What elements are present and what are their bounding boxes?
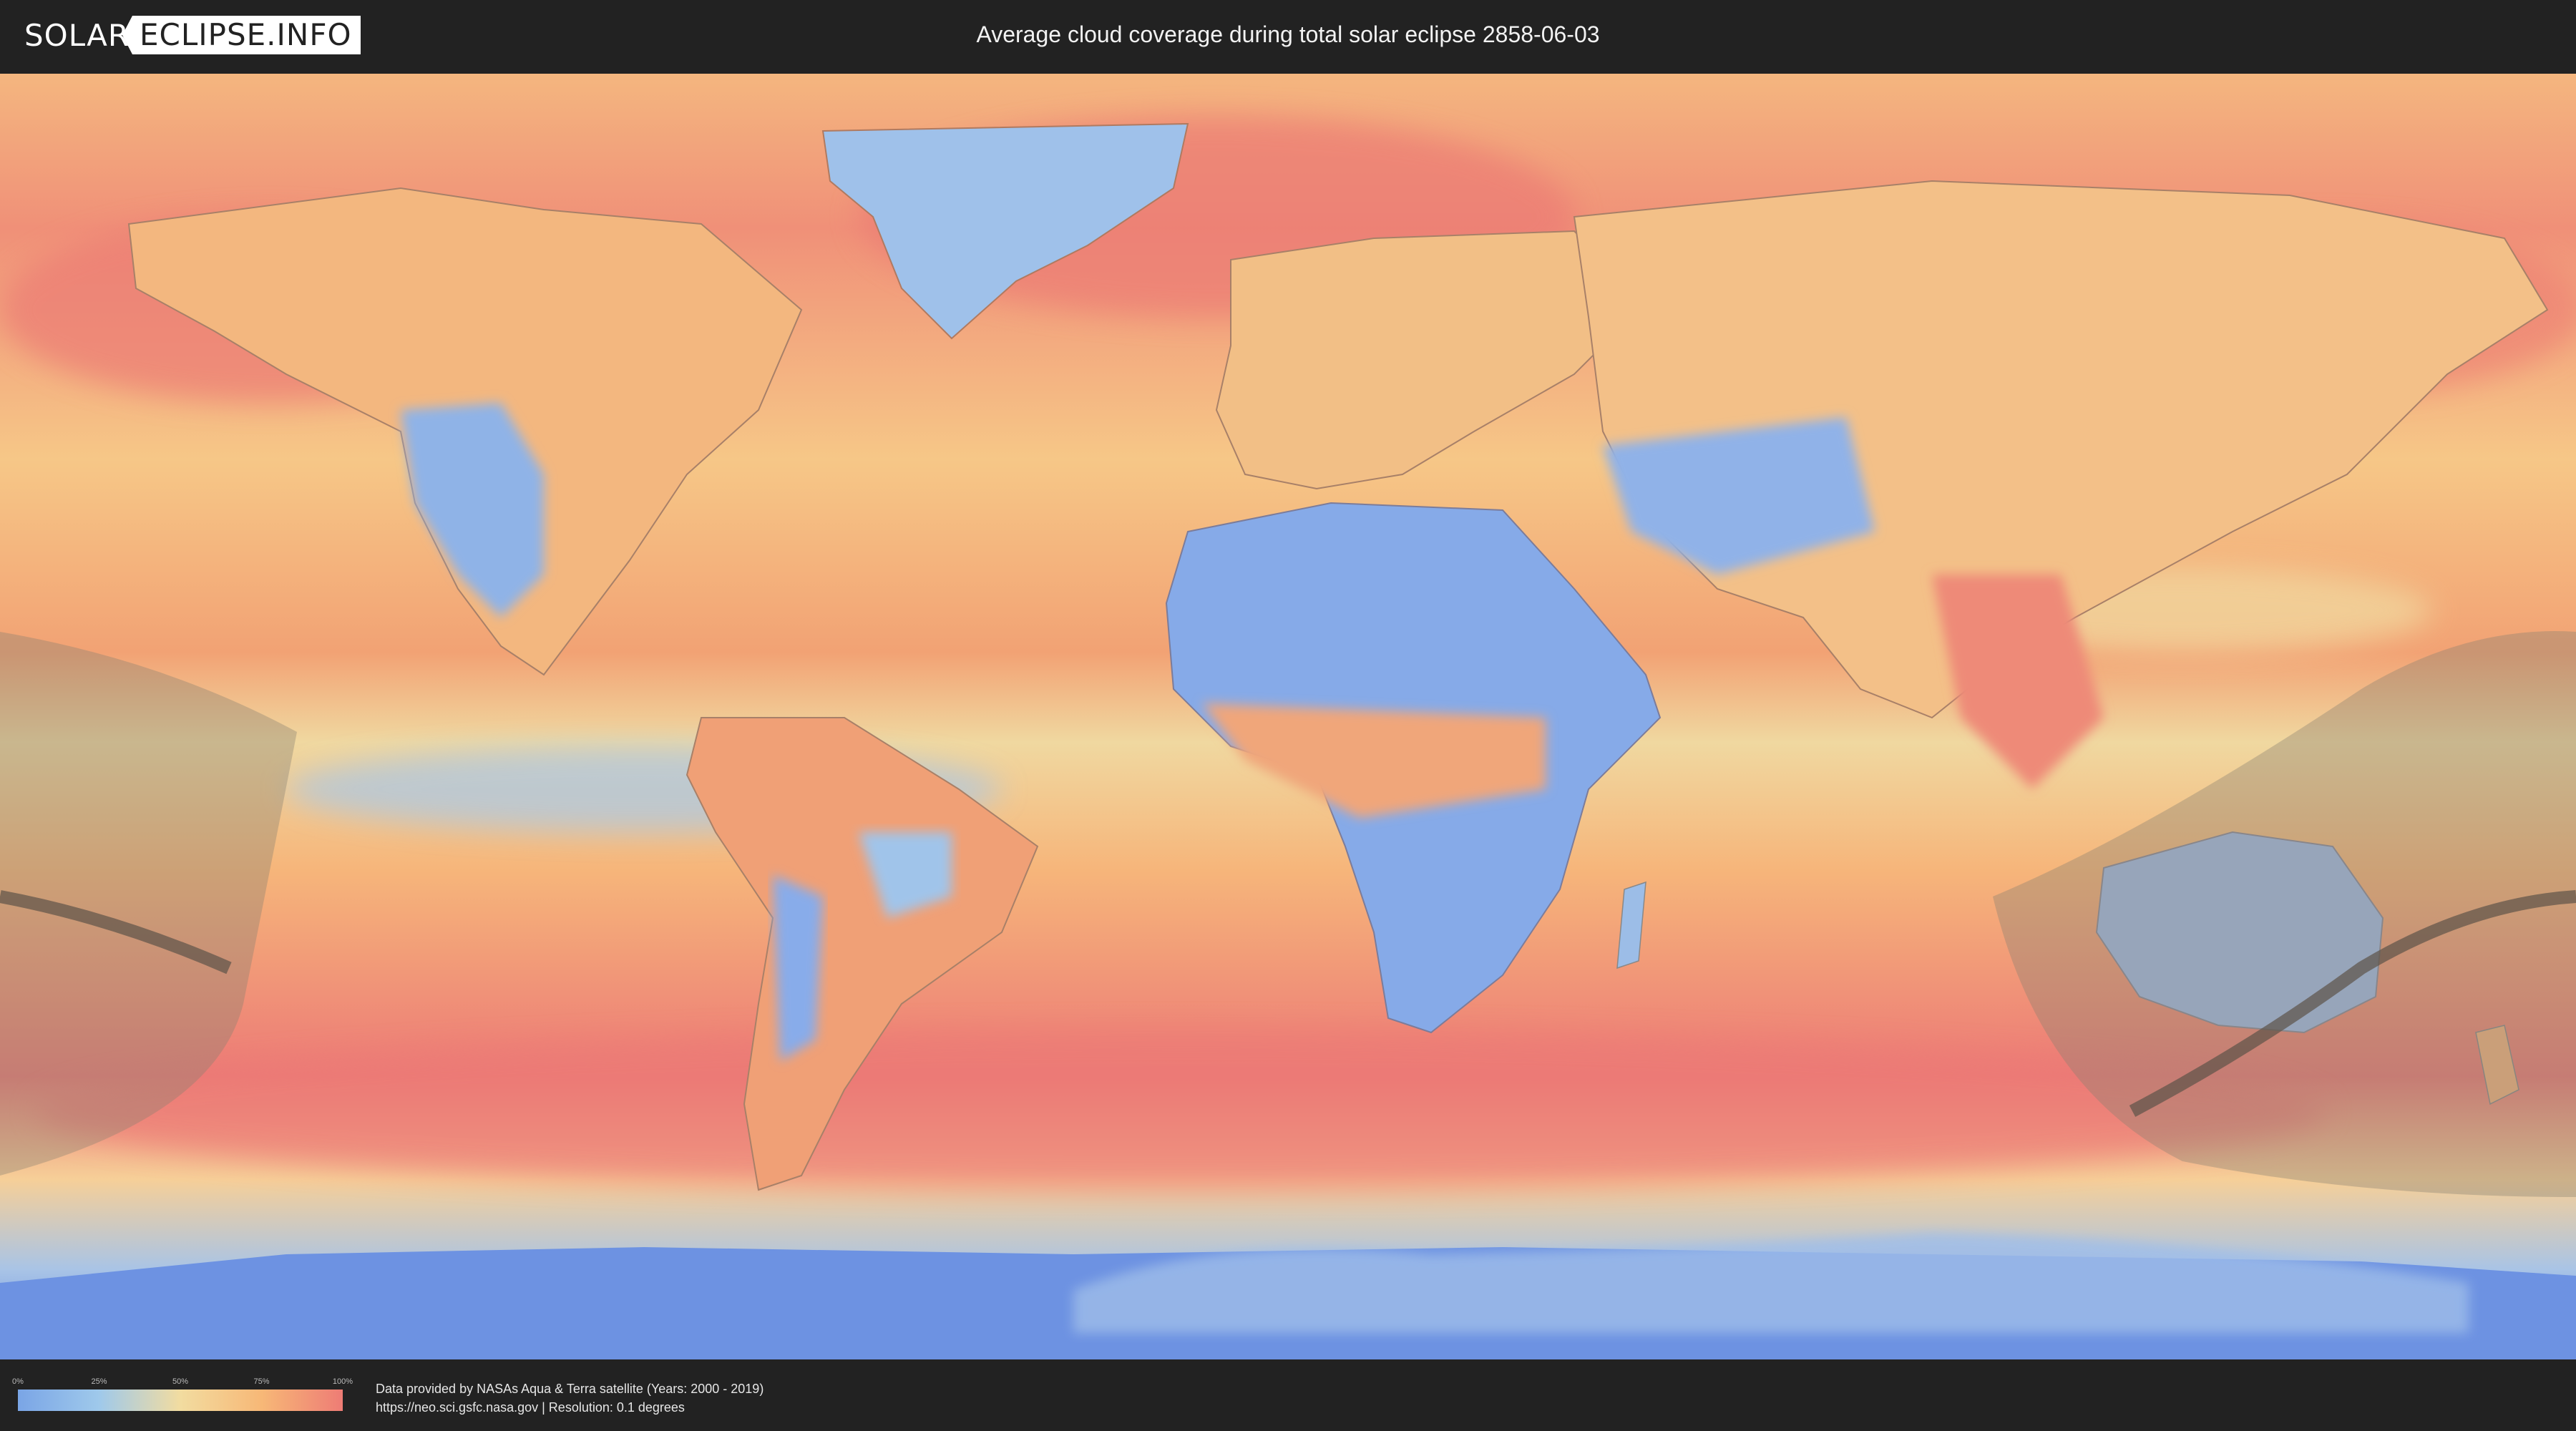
legend-tick-100: 100% [332, 1377, 353, 1386]
legend-tick-25: 25% [91, 1377, 107, 1386]
data-credits: Data provided by NASAs Aqua & Terra sate… [376, 1379, 763, 1417]
cloud-coverage-map[interactable] [0, 74, 2576, 1359]
legend-tick-50: 50% [172, 1377, 189, 1386]
cloud-coverage-legend: 0% 25% 50% 75% 100% [12, 1377, 353, 1413]
header-bar: SOLAR ECLIPSE.INFO Average cloud coverag… [0, 0, 2576, 72]
legend-color-bar [18, 1390, 343, 1411]
page-title: Average cloud coverage during total sola… [976, 21, 1600, 47]
legend-ticks: 0% 25% 50% 75% 100% [12, 1377, 353, 1389]
credits-line-2[interactable]: https://neo.sci.gsfc.nasa.gov | Resoluti… [376, 1398, 763, 1417]
legend-tick-0: 0% [12, 1377, 24, 1386]
andes-clear-zone [773, 875, 823, 1061]
map-svg [0, 74, 2576, 1359]
credits-line-1: Data provided by NASAs Aqua & Terra sate… [376, 1382, 764, 1396]
legend-tick-75: 75% [253, 1377, 270, 1386]
